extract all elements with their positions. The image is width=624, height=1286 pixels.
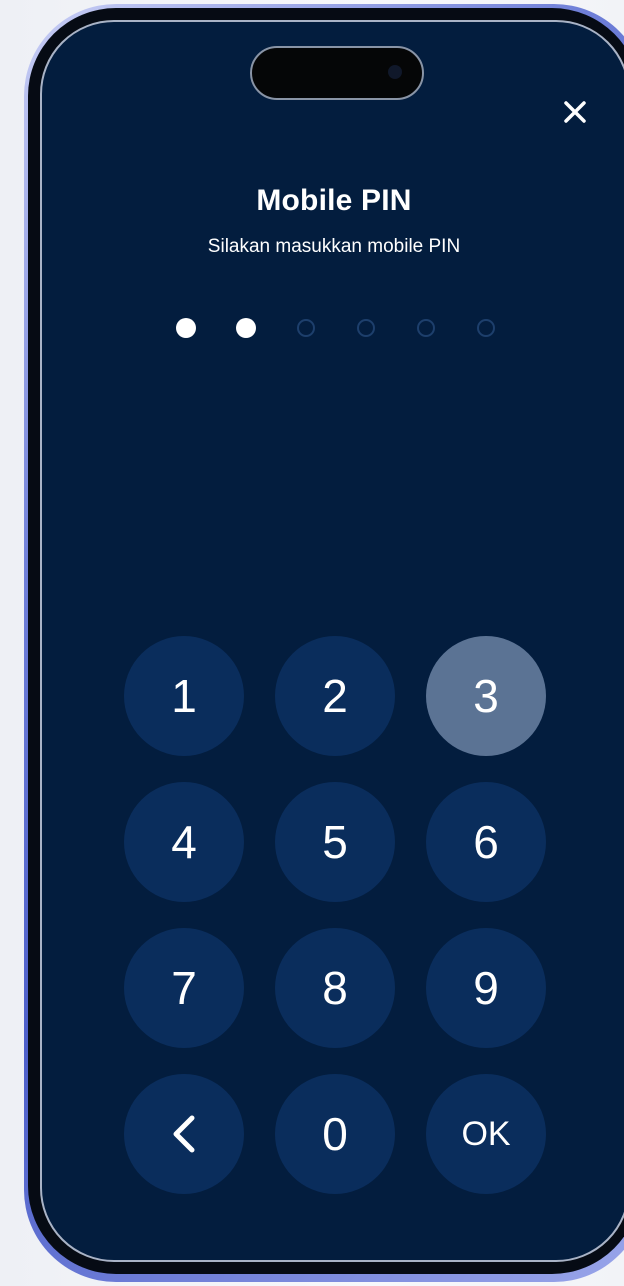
digit-label: 1: [171, 670, 197, 722]
digit-label: 9: [473, 962, 499, 1014]
backspace-key[interactable]: [124, 1074, 244, 1194]
pin-dot-filled: [236, 318, 256, 338]
pin-indicator: [42, 318, 624, 342]
digit-key-7[interactable]: 7: [124, 928, 244, 1048]
page-title: Mobile PIN: [256, 184, 412, 217]
digit-label: 3: [473, 670, 499, 722]
digit-label: 5: [322, 816, 348, 868]
digit-label: 7: [171, 962, 197, 1014]
digit-label: 6: [473, 816, 499, 868]
close-icon: [564, 101, 586, 123]
digit-label: 8: [322, 962, 348, 1014]
digit-key-8[interactable]: 8: [275, 928, 395, 1048]
page-subtitle: Silakan masukkan mobile PIN: [207, 236, 461, 257]
stage: Mobile PIN Silakan masukkan mobile PIN 1…: [0, 0, 624, 1286]
digit-key-5[interactable]: 5: [275, 782, 395, 902]
pin-dot-empty: [417, 319, 435, 337]
digit-label: 0: [322, 1108, 348, 1160]
digit-key-1[interactable]: 1: [124, 636, 244, 756]
digit-key-6[interactable]: 6: [426, 782, 546, 902]
phone-screen: Mobile PIN Silakan masukkan mobile PIN 1…: [40, 20, 624, 1262]
digit-key-9[interactable]: 9: [426, 928, 546, 1048]
pin-dot-empty: [357, 319, 375, 337]
digit-key-2[interactable]: 2: [275, 636, 395, 756]
pin-dot-filled: [176, 318, 196, 338]
ok-key[interactable]: OK: [426, 1074, 546, 1194]
digit-label: 2: [322, 670, 348, 722]
ok-label: OK: [461, 1114, 511, 1153]
dynamic-island: [250, 46, 424, 100]
front-camera-icon: [388, 65, 402, 79]
digit-key-0[interactable]: 0: [275, 1074, 395, 1194]
pin-dot-empty: [477, 319, 495, 337]
chevron-left-icon: [173, 1115, 195, 1153]
digit-key-3[interactable]: 3: [426, 636, 546, 756]
digit-label: 4: [171, 816, 197, 868]
pin-dot-empty: [297, 319, 315, 337]
digit-key-4[interactable]: 4: [124, 782, 244, 902]
close-button[interactable]: [555, 92, 595, 132]
